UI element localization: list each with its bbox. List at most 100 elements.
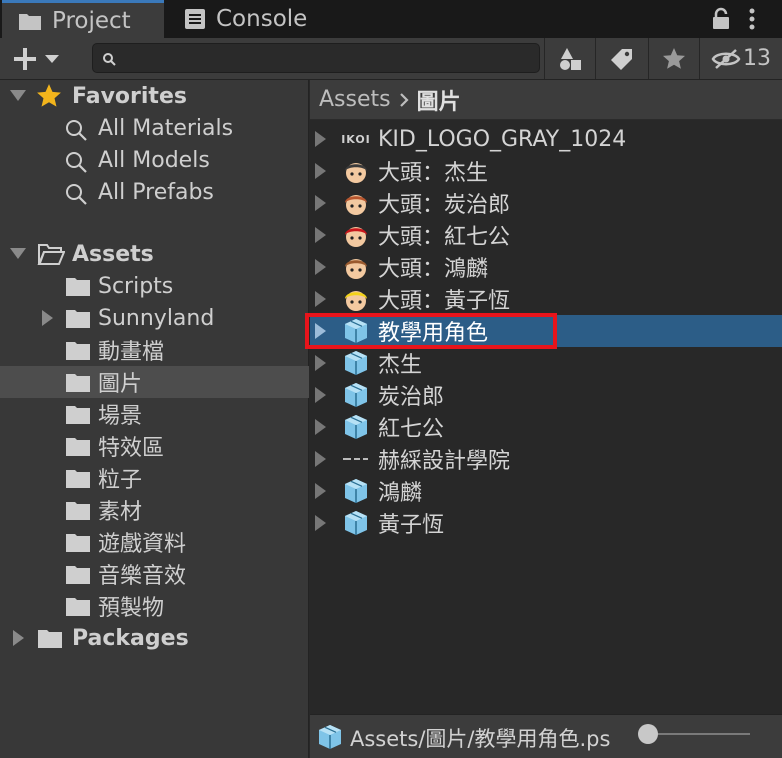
folder-item-label: 圖片 [98,372,143,397]
expand-arrow-icon[interactable] [315,387,326,403]
asset-item-label: 紅七公 [378,417,445,442]
folder-item-label: 動畫檔 [98,340,165,365]
expand-arrow-icon[interactable] [315,227,326,243]
folder-item[interactable]: 預製物 [0,590,309,622]
hidden-packages-toggle[interactable]: 13 [699,38,782,79]
breadcrumb: Assets 圖片 [310,80,782,120]
favorites-node[interactable]: Favorites [0,80,309,112]
lock-icon[interactable] [708,6,734,32]
selected-asset-path: Assets/圖片/教學用角色.ps [350,727,611,751]
expand-arrow-icon[interactable] [315,515,326,531]
expand-arrow-icon[interactable] [315,131,326,147]
logo-thumb-text: IKOI [341,132,371,146]
packages-label: Packages [72,625,189,651]
folder-icon [64,594,92,618]
asset-item[interactable]: 紅七公 [310,411,782,443]
expand-arrow-icon[interactable] [315,451,326,467]
tab-console[interactable]: Console [180,0,330,38]
folder-icon [64,530,92,554]
asset-item[interactable]: 大頭：炭治郎 [310,187,782,219]
prefab-cube-icon [341,350,371,376]
icon-size-slider-track[interactable] [650,733,750,735]
folder-item-label: 場景 [98,404,143,429]
kebab-menu-icon[interactable] [742,6,762,32]
plus-icon [14,48,36,70]
folder-item-label: Scripts [98,273,174,299]
expand-arrow-icon[interactable] [315,483,326,499]
tab-project[interactable]: Project [2,0,164,38]
folder-item-label: 粒子 [98,468,143,493]
assets-node[interactable]: Assets [0,238,309,270]
asset-item-label: 大頭：鴻麟 [378,257,489,282]
expand-arrow-icon[interactable] [315,163,326,179]
expand-arrow-icon[interactable] [42,310,53,326]
expand-arrow-icon[interactable] [315,419,326,435]
folder-item[interactable]: 場景 [0,398,309,430]
asset-item[interactable]: 杰生 [310,347,782,379]
search-icon [64,118,90,144]
asset-item[interactable]: 大頭：紅七公 [310,219,782,251]
expand-arrow-icon[interactable] [315,323,326,339]
search-input[interactable] [121,46,531,70]
asset-item[interactable]: 大頭：黃子恆 [310,283,782,315]
expand-arrow-icon[interactable] [315,355,326,371]
folder-item[interactable]: 素材 [0,494,309,526]
prefab-cube-icon [316,723,344,756]
favorite-item[interactable]: All Models [0,144,309,176]
folder-item[interactable]: 圖片 [0,366,309,398]
packages-node[interactable]: Packages [0,622,309,654]
asset-item[interactable]: 大頭：杰生 [310,155,782,187]
search-icon [64,182,90,208]
folder-icon [64,370,92,394]
console-icon [184,8,206,30]
icon-size-slider-knob[interactable] [638,724,658,744]
logo-thumbnail-icon [341,446,371,472]
folder-item[interactable]: 動畫檔 [0,334,309,366]
folder-item-label: 遊戲資料 [98,532,187,557]
tab-console-label: Console [216,6,308,32]
asset-item[interactable]: 大頭：鴻麟 [310,251,782,283]
search-by-label-button[interactable] [595,38,647,79]
expand-arrow-icon[interactable] [10,90,26,101]
expand-arrow-icon[interactable] [315,291,326,307]
expand-arrow-icon[interactable] [315,259,326,275]
chevron-down-icon [45,55,59,63]
expand-arrow-icon[interactable] [315,195,326,211]
favorite-item[interactable]: All Prefabs [0,176,309,208]
breadcrumb-root[interactable]: Assets [319,87,391,112]
create-dropdown-button[interactable] [12,46,68,72]
folder-item-label: 素材 [98,500,143,525]
folder-item[interactable]: Sunnyland [0,302,309,334]
asset-item-label: 大頭：黃子恆 [378,289,511,314]
search-field[interactable] [92,43,540,73]
asset-item-label: 大頭：紅七公 [378,225,511,250]
breadcrumb-current[interactable]: 圖片 [417,84,461,116]
asset-item[interactable]: 炭治郎 [310,379,782,411]
prefab-cube-icon [341,478,371,504]
folder-item[interactable]: Scripts [0,270,309,302]
asset-item[interactable]: 鴻麟 [310,475,782,507]
expand-arrow-icon[interactable] [10,248,26,259]
asset-item[interactable]: IKOI KID_LOGO_GRAY_1024 [310,123,782,155]
avatar-hongqigong-icon [341,222,371,248]
asset-item[interactable]: 黃子恆 [310,507,782,539]
search-icon [64,150,90,176]
favorite-item[interactable]: All Materials [0,112,309,144]
avatar-honglin-icon [341,254,371,280]
folder-item[interactable]: 粒子 [0,462,309,494]
expand-arrow-icon[interactable] [13,630,24,646]
folder-item[interactable]: 遊戲資料 [0,526,309,558]
prefab-cube-icon [341,382,371,408]
star-icon [36,83,62,109]
favorite-item-label: All Models [98,147,210,173]
asset-item[interactable]: 赫綵設計學院 [310,443,782,475]
prefab-cube-icon [341,510,371,536]
favorites-filter-button[interactable] [648,38,698,79]
asset-item-label: 大頭：杰生 [378,161,489,186]
search-by-type-button[interactable] [544,38,594,79]
folder-item[interactable]: 音樂音效 [0,558,309,590]
asset-item-label: 教學用角色 [378,321,489,346]
asset-item[interactable]: 教學用角色 [305,313,782,349]
folder-item[interactable]: 特效區 [0,430,309,462]
folder-icon [64,274,92,298]
